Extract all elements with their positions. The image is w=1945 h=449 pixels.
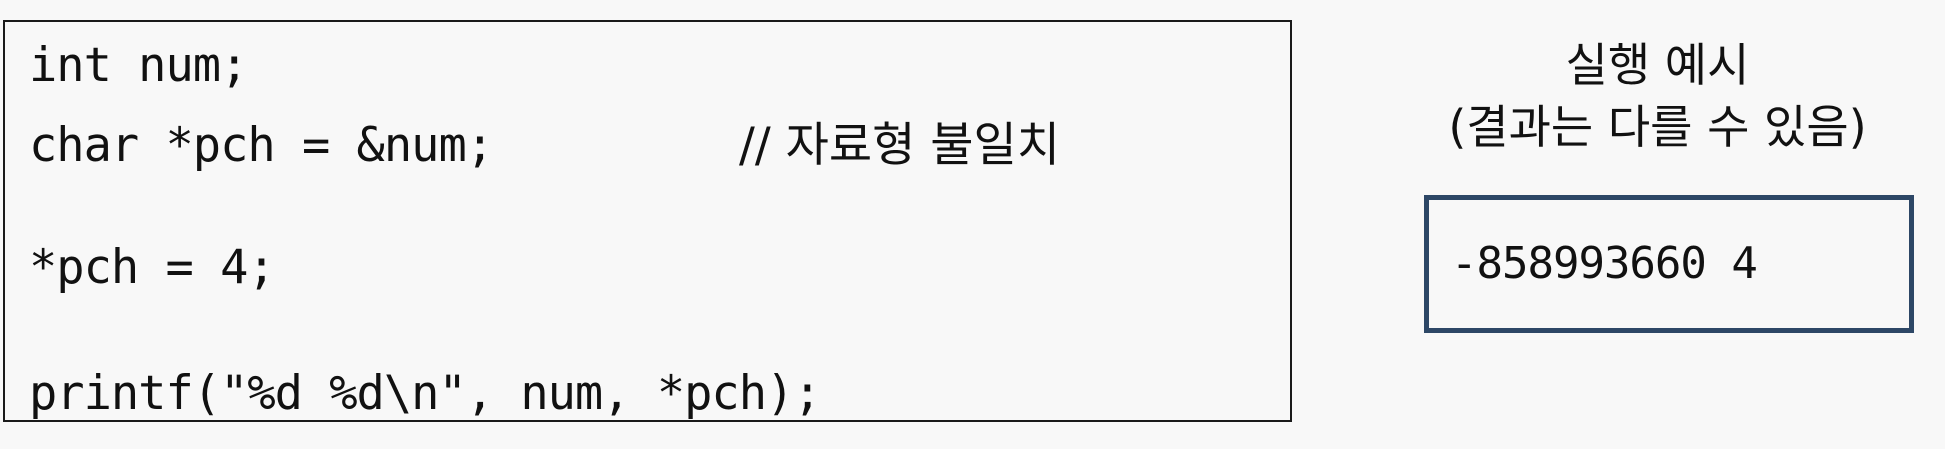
code-block: int num; char *pch = &num; // 자료형 불일치 *p…: [3, 20, 1292, 422]
code-line-declaration: int num;: [29, 38, 248, 93]
example-subtitle: (결과는 다를 수 있음): [1448, 100, 1867, 154]
example-title: 실행 예시: [1565, 38, 1750, 92]
output-box: -858993660 4: [1424, 195, 1914, 333]
code-line-pointer-init: char *pch = &num;: [29, 118, 494, 173]
output-text: -858993660 4: [1451, 238, 1758, 289]
code-comment: // 자료형 불일치: [739, 118, 1060, 173]
code-line-assignment: *pch = 4;: [29, 240, 276, 295]
code-line-printf: printf("%d %d\n", num, *pch);: [29, 366, 822, 421]
